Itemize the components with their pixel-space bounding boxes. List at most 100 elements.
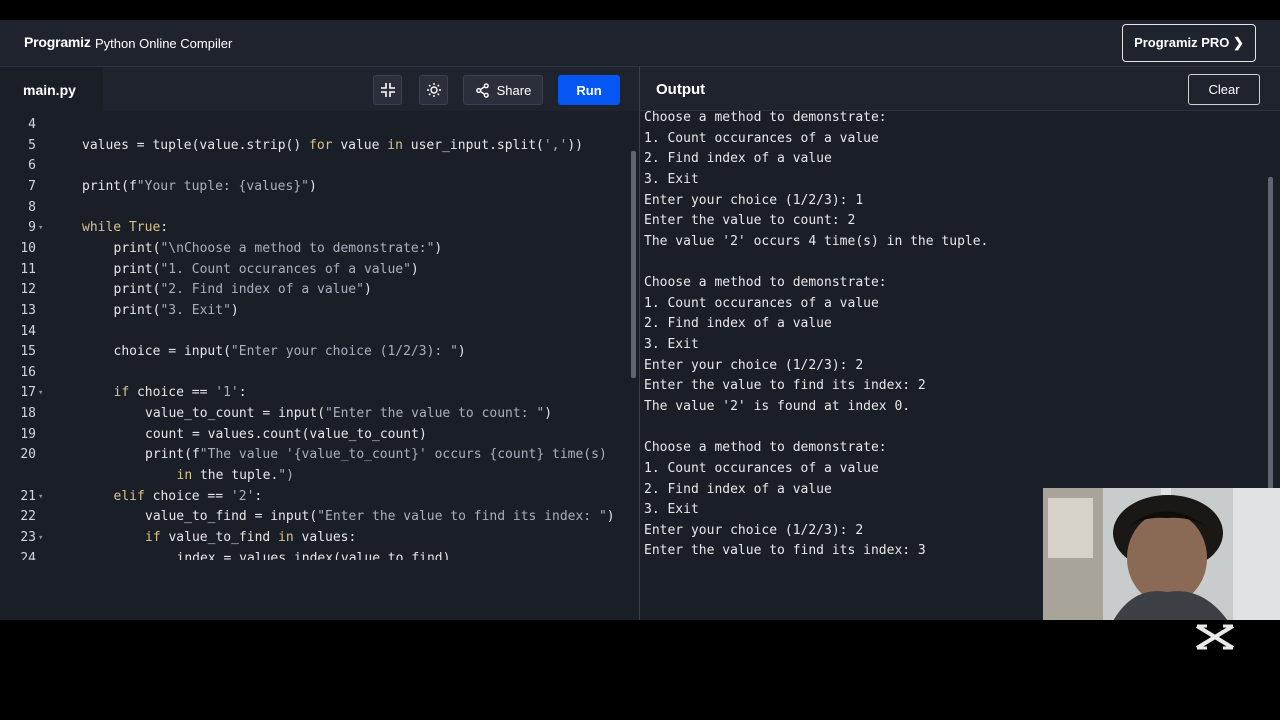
code-text: print("\nChoose a method to demonstrate:…: [113, 240, 443, 256]
code-line[interactable]: 15 choice = input("Enter your choice (1/2…: [0, 342, 630, 362]
line-number[interactable]: 4: [0, 115, 36, 135]
code-line[interactable]: 5 values = tuple(value.strip() for value …: [0, 136, 630, 156]
code-line[interactable]: 8: [0, 198, 630, 218]
run-button[interactable]: Run: [558, 75, 620, 105]
editor-panel: main.py Share Run 4 5 values = tuple(value…: [0, 67, 639, 620]
code-text: value_to_find = input("Enter the value t…: [145, 509, 615, 525]
code-line[interactable]: 24 index = values.index(value_to_find): [0, 549, 630, 560]
code-line[interactable]: 7 print(f"Your tuple: {values}"): [0, 177, 630, 197]
line-number[interactable]: 22: [0, 507, 36, 527]
line-number[interactable]: 16: [0, 363, 36, 383]
code-line[interactable]: 18 value_to_count = input("Enter the valu…: [0, 404, 630, 424]
site-header: Programiz Python Online Compiler Program…: [0, 20, 1280, 67]
output-line: 1. Count occurances of a value: [644, 460, 879, 476]
fold-toggle-icon[interactable]: ▾: [38, 487, 43, 507]
code-text: in the tuple."): [176, 468, 294, 484]
line-number[interactable]: 13: [0, 301, 36, 321]
capcut-logo: [1193, 620, 1237, 654]
code-line[interactable]: 12 print("2. Find index of a value"): [0, 280, 630, 300]
line-number[interactable]: 10: [0, 239, 36, 259]
code-text: count = values.count(value_to_count): [145, 426, 427, 442]
line-number[interactable]: 24: [0, 549, 36, 560]
line-number[interactable]: 15: [0, 342, 36, 362]
output-line: Choose a method to demonstrate:: [644, 440, 887, 456]
code-text: index = values.index(value_to_find): [176, 550, 451, 560]
code-line[interactable]: 23 ▾ if value_to_find in values:: [0, 528, 630, 548]
programiz-logo[interactable]: Programiz: [24, 34, 91, 50]
line-number[interactable]: 11: [0, 260, 36, 280]
line-number[interactable]: 12: [0, 280, 36, 300]
line-number[interactable]: 8: [0, 198, 36, 218]
line-number[interactable]: 20: [0, 445, 36, 465]
fold-toggle-icon[interactable]: ▾: [38, 383, 43, 403]
output-title: Output: [656, 81, 706, 98]
line-number[interactable]: 5: [0, 136, 36, 156]
editor-scrollbar[interactable]: [631, 151, 636, 378]
collapse-button[interactable]: [373, 75, 402, 105]
code-text: print(f"Your tuple: {values}"): [82, 178, 317, 194]
code-text: print("1. Count occurances of a value"): [113, 261, 419, 277]
code-text: print("3. Exit"): [113, 302, 239, 318]
fold-toggle-icon[interactable]: ▾: [38, 218, 43, 238]
programiz-pro-button[interactable]: Programiz PRO ❯: [1122, 24, 1256, 62]
video-bottom-bar: [0, 620, 1280, 720]
code-line[interactable]: 22 value_to_find = input("Enter the value…: [0, 507, 630, 527]
line-number[interactable]: 23: [0, 528, 36, 548]
code-line[interactable]: 9 ▾ while True:: [0, 218, 630, 238]
output-line: Enter the value to count: 2: [644, 213, 856, 229]
line-number[interactable]: 7: [0, 177, 36, 197]
code-line[interactable]: 21 ▾ elif choice == '2':: [0, 487, 630, 507]
webcam-image: [1043, 488, 1280, 621]
code-text: values = tuple(value.strip() for value i…: [82, 137, 583, 153]
code-line[interactable]: 16: [0, 363, 630, 383]
code-line[interactable]: 4: [0, 115, 630, 135]
line-number[interactable]: 21: [0, 487, 36, 507]
code-text: print(f"The value '{value_to_count}' occ…: [145, 447, 607, 463]
video-top-bar: [0, 0, 1280, 20]
code-line[interactable]: 17 ▾ if choice == '1':: [0, 383, 630, 403]
output-line: 3. Exit: [644, 337, 699, 353]
webcam-overlay: [1043, 488, 1280, 621]
output-line: The value '2' occurs 4 time(s) in the tu…: [644, 233, 989, 249]
code-line[interactable]: 20 print(f"The value '{value_to_count}' o…: [0, 445, 630, 465]
code-line[interactable]: 19 count = values.count(value_to_count): [0, 425, 630, 445]
clear-button[interactable]: Clear: [1188, 74, 1260, 105]
line-number[interactable]: 6: [0, 156, 36, 176]
share-label: Share: [496, 82, 532, 98]
fold-toggle-icon[interactable]: ▾: [38, 528, 43, 548]
file-tab-label: main.py: [23, 82, 76, 98]
share-button[interactable]: Share: [463, 75, 543, 105]
code-line[interactable]: 11 print("1. Count occurances of a value"…: [0, 260, 630, 280]
code-text: choice = input("Enter your choice (1/2/3…: [113, 344, 466, 360]
line-number[interactable]: 17: [0, 383, 36, 403]
output-line: Enter your choice (1/2/3): 1: [644, 192, 864, 208]
code-line[interactable]: 6: [0, 156, 630, 176]
code-line[interactable]: 13 print("3. Exit"): [0, 301, 630, 321]
collapse-icon: [380, 83, 395, 97]
code-text: print("2. Find index of a value"): [113, 282, 372, 298]
file-tab-main[interactable]: main.py: [0, 67, 103, 111]
code-line[interactable]: 10 print("\nChoose a method to demonstrat…: [0, 239, 630, 259]
output-line: 1. Count occurances of a value: [644, 130, 879, 146]
output-line: 3. Exit: [644, 171, 699, 187]
output-header: Output Clear: [640, 67, 1280, 111]
code-text: if value_to_find in values:: [145, 530, 357, 545]
output-line: The value '2' is found at index 0.: [644, 398, 911, 414]
output-line: Choose a method to demonstrate:: [644, 110, 887, 125]
code-text: while True:: [82, 220, 169, 236]
theme-toggle-button[interactable]: [419, 75, 448, 105]
line-number[interactable]: 18: [0, 404, 36, 424]
output-line: Enter the value to find its index: 2: [644, 378, 926, 394]
code-line[interactable]: in the tuple."): [0, 466, 630, 486]
code-editor[interactable]: 4 5 values = tuple(value.strip() for value…: [0, 115, 639, 560]
line-number[interactable]: 14: [0, 322, 36, 342]
code-line[interactable]: 14: [0, 322, 630, 342]
line-number[interactable]: 19: [0, 425, 36, 445]
output-line: 2. Find index of a value: [644, 151, 832, 167]
code-text: if choice == '1':: [113, 385, 247, 401]
line-number[interactable]: 9: [0, 218, 36, 238]
output-line: 2. Find index of a value: [644, 316, 832, 332]
output-line: 1. Count occurances of a value: [644, 295, 879, 311]
code-text: value_to_count = input("Enter the value …: [145, 406, 553, 422]
